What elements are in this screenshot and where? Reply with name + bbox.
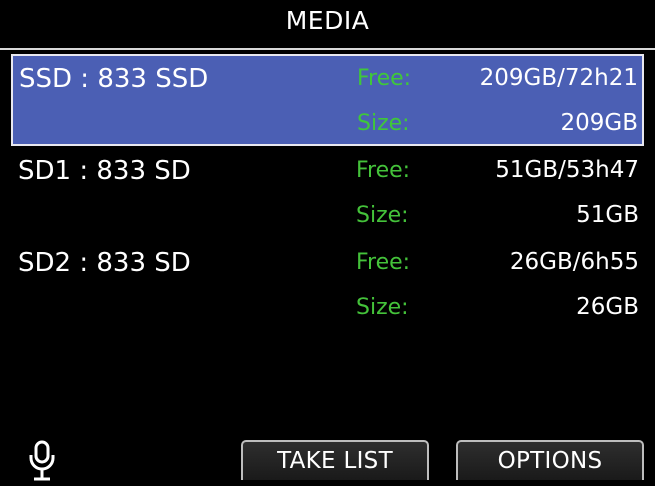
free-label: Free: (356, 250, 411, 275)
size-label: Size: (356, 203, 409, 228)
size-label: Size: (356, 295, 409, 320)
microphone-icon[interactable] (22, 438, 62, 482)
free-value: 209GB/72h21 (479, 65, 638, 91)
free-label: Free: (357, 66, 412, 91)
page-title: MEDIA (285, 6, 370, 35)
take-list-button[interactable]: TAKE LIST (241, 440, 429, 480)
media-row-ssd[interactable]: SSD : 833 SSD Free: 209GB/72h21 Size: 20… (11, 54, 644, 146)
size-value: 51GB (576, 202, 639, 228)
footer-bar: TAKE LIST OPTIONS (0, 436, 655, 482)
media-name: SSD : 833 SSD (19, 64, 209, 94)
free-label: Free: (356, 158, 411, 183)
media-name: SD1 : 833 SD (18, 156, 191, 186)
size-value: 26GB (576, 294, 639, 320)
size-label: Size: (357, 111, 410, 136)
options-button[interactable]: OPTIONS (456, 440, 644, 480)
free-value: 51GB/53h47 (495, 157, 639, 183)
size-value: 209GB (560, 110, 638, 136)
media-name: SD2 : 833 SD (18, 248, 191, 278)
media-row-sd1[interactable]: SD1 : 833 SD Free: 51GB/53h47 Size: 51GB (12, 148, 643, 240)
free-value: 26GB/6h55 (509, 249, 639, 275)
media-row-sd2[interactable]: SD2 : 833 SD Free: 26GB/6h55 Size: 26GB (12, 240, 643, 332)
screen-header: MEDIA (0, 0, 655, 50)
